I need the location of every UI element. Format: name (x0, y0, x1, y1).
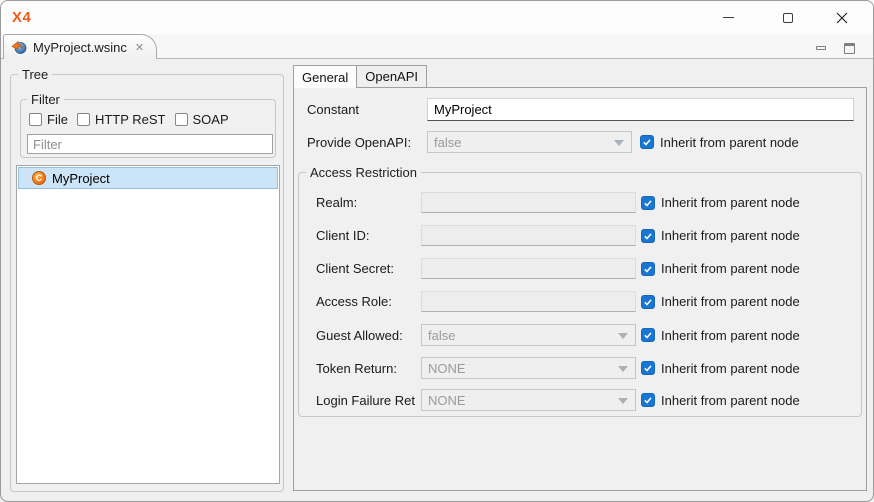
check-icon (643, 363, 653, 373)
chevron-down-icon (618, 366, 628, 372)
provide-openapi-dropdown[interactable]: false (427, 131, 632, 153)
chevron-down-icon (618, 398, 628, 404)
close-icon (836, 12, 848, 24)
token-return-row: Token Return: NONE Inherit from parent n… (316, 357, 800, 379)
check-icon (643, 297, 653, 307)
app-logo: X4 (12, 9, 31, 26)
maximize-icon (783, 13, 793, 23)
inherit-checkbox-provide-openapi[interactable] (640, 135, 654, 149)
window-maximize-button[interactable] (765, 1, 811, 34)
editor-tabstrip: MyProject.wsinc ✕ (1, 34, 873, 59)
filter-soap-option[interactable]: SOAP (175, 112, 229, 127)
file-checkbox[interactable] (29, 113, 42, 126)
access-role-input[interactable] (421, 291, 636, 312)
provide-openapi-row: Provide OpenAPI: false Inherit from pare… (307, 131, 799, 153)
project-tree[interactable]: C MyProject (16, 165, 280, 484)
check-icon (643, 198, 653, 208)
realm-input[interactable] (421, 192, 636, 213)
token-return-dropdown[interactable]: NONE (421, 357, 636, 379)
inherit-checkbox-login-failure-ret[interactable] (641, 393, 655, 407)
filter-http-rest-option[interactable]: HTTP ReST (77, 112, 166, 127)
inherit-checkbox-access-role[interactable] (641, 295, 655, 309)
client-secret-input[interactable] (421, 258, 636, 279)
titlebar: X4 (1, 1, 873, 34)
access-restriction-groupbox: Access Restriction Realm: Inherit from p… (298, 172, 862, 417)
login-failure-ret-row: Login Failure Ret NONE Inherit from pare… (316, 389, 800, 411)
minimize-icon (723, 17, 734, 18)
client-secret-row: Client Secret: Inherit from parent node (316, 258, 800, 279)
inherit-checkbox-token-return[interactable] (641, 361, 655, 375)
general-tab-panel: Constant Provide OpenAPI: false Inherit … (293, 87, 867, 491)
app-window: X4 MyProject.wsinc ✕ (0, 0, 874, 502)
tab-general[interactable]: General (293, 65, 357, 88)
guest-allowed-dropdown[interactable]: false (421, 324, 636, 346)
view-maximize-button[interactable] (841, 42, 857, 54)
tree-item-myproject[interactable]: C MyProject (18, 167, 278, 189)
filter-input[interactable] (27, 134, 273, 154)
client-id-row: Client ID: Inherit from parent node (316, 225, 800, 246)
editor-tab-myproject-wsinc[interactable]: MyProject.wsinc ✕ (3, 34, 157, 59)
check-icon (642, 137, 652, 147)
filter-group-label: Filter (27, 92, 64, 107)
detail-tabbar: General OpenAPI (293, 65, 427, 88)
check-icon (643, 231, 653, 241)
chevron-down-icon (618, 333, 628, 339)
client-id-input[interactable] (421, 225, 636, 246)
tab-openapi[interactable]: OpenAPI (357, 65, 427, 88)
access-restriction-label: Access Restriction (306, 165, 421, 180)
tree-group-label: Tree (18, 67, 52, 82)
inherit-checkbox-client-id[interactable] (641, 229, 655, 243)
filter-groupbox: Filter File HTTP ReST SOAP (20, 99, 276, 158)
inherit-checkbox-client-secret[interactable] (641, 262, 655, 276)
inherit-checkbox-realm[interactable] (641, 196, 655, 210)
editor-tab-label: MyProject.wsinc (33, 40, 127, 55)
window-minimize-button[interactable] (705, 1, 751, 34)
inherit-checkbox-guest-allowed[interactable] (641, 328, 655, 342)
realm-row: Realm: Inherit from parent node (316, 192, 800, 213)
constant-input[interactable] (427, 98, 854, 121)
window-close-button[interactable] (819, 1, 865, 34)
guest-allowed-row: Guest Allowed: false Inherit from parent… (316, 324, 800, 346)
provide-openapi-label: Provide OpenAPI: (307, 135, 427, 150)
tab-close-icon[interactable]: ✕ (135, 41, 144, 54)
login-failure-ret-dropdown[interactable]: NONE (421, 389, 636, 411)
chevron-down-icon (614, 140, 624, 146)
view-minimize-icon (816, 46, 826, 50)
constant-label: Constant (307, 102, 427, 117)
filter-checkbox-row: File HTTP ReST SOAP (29, 112, 229, 127)
check-icon (643, 264, 653, 274)
wsinc-file-icon (11, 39, 27, 55)
constant-row: Constant (307, 98, 854, 121)
filter-file-option[interactable]: File (29, 112, 68, 127)
constant-node-icon: C (32, 171, 46, 185)
access-role-row: Access Role: Inherit from parent node (316, 291, 800, 312)
http-rest-checkbox[interactable] (77, 113, 90, 126)
soap-checkbox[interactable] (175, 113, 188, 126)
view-minimize-button[interactable] (813, 42, 829, 54)
check-icon (643, 330, 653, 340)
check-icon (643, 395, 653, 405)
tree-groupbox: Tree Filter File HTTP ReST SOAP (10, 74, 284, 492)
view-maximize-icon (844, 43, 855, 54)
